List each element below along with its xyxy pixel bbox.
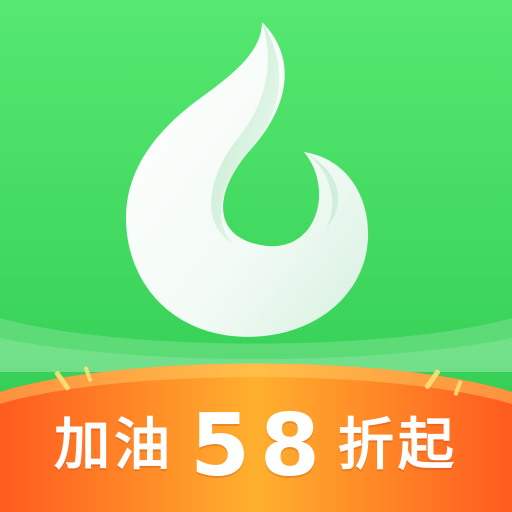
app-icon[interactable]: 加油 58 折起 (0, 0, 512, 512)
promo-suffix: 折起 (337, 413, 458, 478)
promo-prefix: 加油 (54, 413, 175, 478)
promo-text: 加油 58 折起 (0, 396, 512, 496)
promo-number: 58 (190, 396, 330, 496)
